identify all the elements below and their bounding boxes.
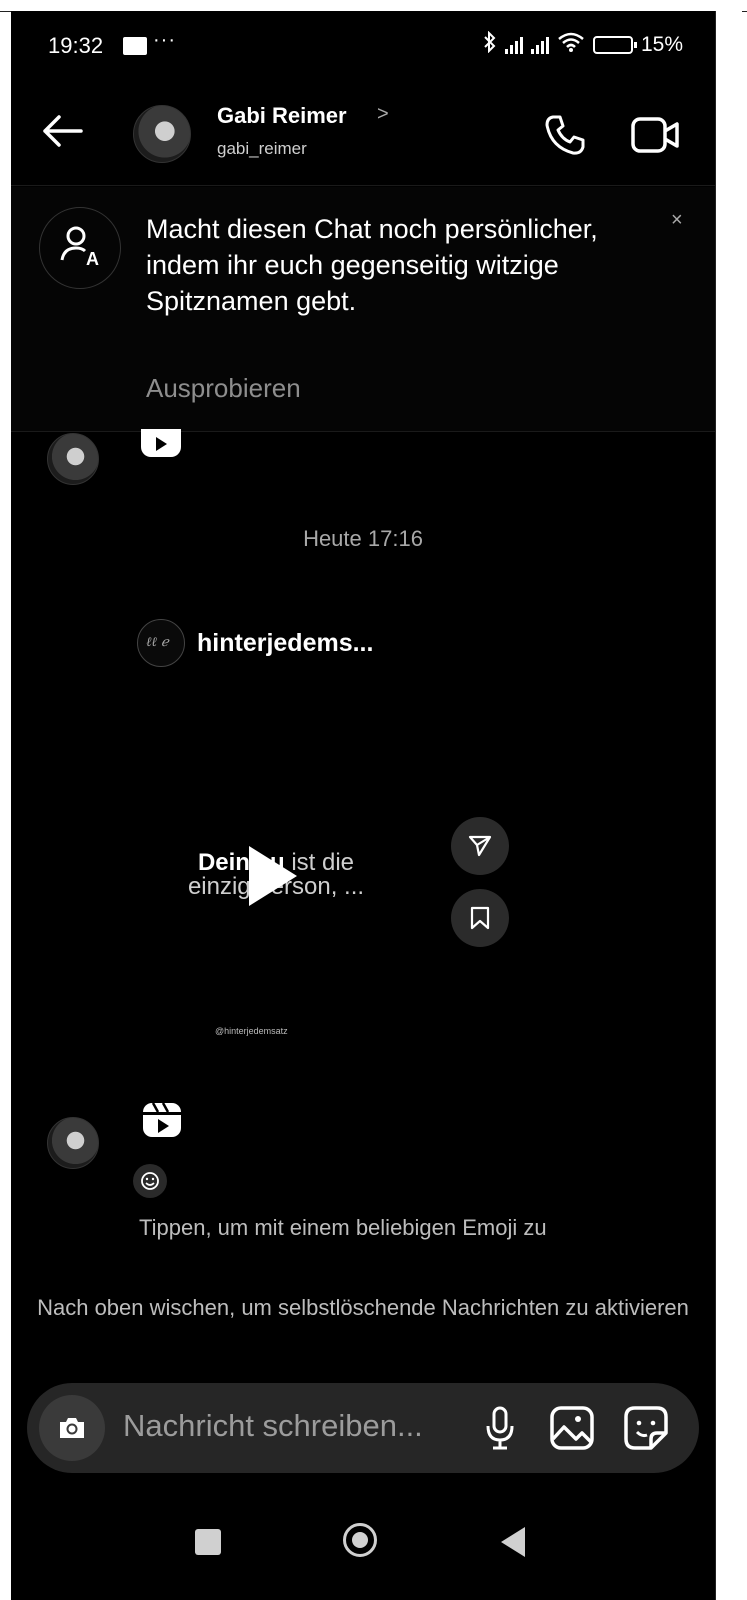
phone-icon[interactable] [543, 113, 587, 162]
post-avatar-text: ℓℓ ℯ [146, 635, 169, 650]
youtube-icon[interactable] [141, 429, 181, 457]
status-time: 19:32 [48, 33, 104, 58]
svg-text:A: A [86, 249, 99, 269]
signal-icon [504, 36, 523, 54]
microphone-icon[interactable] [485, 1405, 515, 1456]
post-account-avatar[interactable]: ℓℓ ℯ [137, 619, 185, 667]
message-input[interactable]: Nachricht schreiben... [123, 1408, 423, 1444]
gallery-icon[interactable] [549, 1405, 595, 1456]
swipe-hint: Nach oben wischen, um selbstlöschende Na… [37, 1295, 689, 1320]
bookmark-icon[interactable] [451, 889, 509, 947]
chat-screen: 19:32 ··· 15% Gabi Reimer > gabi_reimer [11, 11, 715, 1600]
banner-text: Macht diesen Chat noch persönlicher, ind… [146, 214, 598, 316]
more-notifications-icon: ··· [153, 29, 176, 51]
chat-header: Gabi Reimer > gabi_reimer [11, 85, 715, 186]
recent-apps-icon[interactable] [195, 1529, 221, 1555]
camera-icon[interactable] [39, 1395, 105, 1461]
nickname-banner: A Macht diesen Chat noch persönlicher, i… [11, 187, 715, 432]
mail-notification-icon [123, 37, 147, 55]
reel-icon[interactable] [141, 1101, 183, 1139]
nickname-icon: A [39, 207, 121, 289]
home-icon[interactable] [343, 1523, 377, 1557]
contact-avatar[interactable] [133, 105, 191, 163]
date-separator: Heute 17:16 [303, 526, 423, 551]
contact-username[interactable]: gabi_reimer [217, 139, 307, 159]
battery-level: 15% [640, 33, 683, 56]
emoji-hint: Tippen, um mit einem beliebigen Emoji zu [139, 1215, 547, 1240]
sender-avatar-2[interactable] [47, 1117, 99, 1169]
play-icon[interactable] [249, 846, 297, 906]
bluetooth-icon [483, 30, 497, 59]
chevron-right-icon[interactable]: > [377, 103, 389, 126]
sender-avatar[interactable] [47, 433, 99, 485]
system-back-icon[interactable] [501, 1527, 525, 1557]
video-camera-icon[interactable] [631, 115, 681, 160]
post-account-name[interactable]: hinterjedems... [197, 629, 373, 658]
contact-name[interactable]: Gabi Reimer [217, 103, 347, 129]
try-button[interactable]: Ausprobieren [146, 373, 301, 404]
shared-post-header[interactable]: ℓℓ ℯ hinterjedems... [137, 619, 373, 667]
system-navigation-bar [11, 1487, 715, 1600]
status-bar: 19:32 ··· 15% [11, 11, 715, 85]
signal-icon-2 [530, 36, 549, 54]
battery-icon [592, 36, 637, 54]
message-composer: Nachricht schreiben... [27, 1383, 699, 1473]
add-reaction-icon[interactable] [133, 1164, 167, 1198]
reel-handle: @hinterjedemsatz [215, 1026, 288, 1036]
close-icon[interactable]: × [671, 209, 683, 232]
wifi-icon [557, 31, 585, 59]
back-arrow-icon[interactable] [39, 107, 87, 155]
send-icon[interactable] [451, 817, 509, 875]
sticker-icon[interactable] [623, 1405, 669, 1456]
